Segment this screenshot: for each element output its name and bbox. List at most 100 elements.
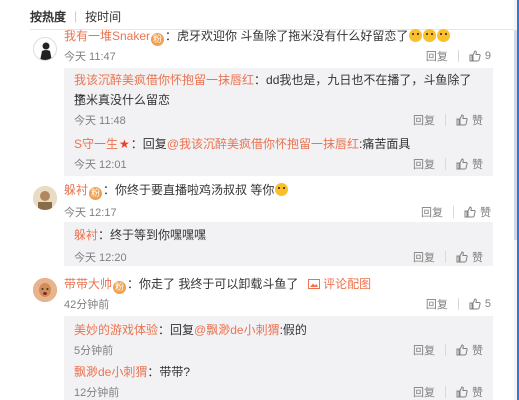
reply-list: 我该沉醉美疯借你怀抱留一抹唇红：dd我也是，九日也不在播了，斗鱼除了拖米真没什么…	[64, 68, 493, 176]
like-button[interactable]: 9	[469, 50, 491, 62]
like-label: 赞	[472, 159, 483, 171]
avatar[interactable]	[33, 278, 57, 302]
thumbs-up-icon	[456, 344, 468, 356]
reply-list: 美妙的游戏体验：回复@飘渺de小刺猬:假的 5分钟前 回复 赞 飘渺de小刺猬：…	[64, 316, 493, 400]
reply-timestamp: 12分钟前	[74, 387, 120, 399]
comment-line: 我有一堆Snaker 粉：虎牙欢迎你 斗鱼除了拖米没有什么好留恋了	[64, 28, 451, 46]
colon-separator: ：	[147, 365, 160, 379]
fan-badge-icon: 粉	[113, 281, 127, 294]
comment-username[interactable]: 躲衬	[64, 183, 88, 197]
thumbs-up-icon	[456, 114, 468, 126]
thumbs-up-icon	[464, 206, 476, 218]
reply-line: 美妙的游戏体验：回复@飘渺de小刺猬:假的	[74, 320, 483, 340]
like-button[interactable]: 5	[469, 298, 491, 310]
reply-timestamp: 5分钟前	[74, 345, 114, 357]
thumbs-up-icon	[456, 158, 468, 170]
avatar[interactable]	[33, 37, 57, 61]
sort-separator: |	[74, 9, 78, 23]
reply-username[interactable]: 我该沉醉美疯借你怀抱留一抹唇红	[74, 73, 254, 87]
avatar[interactable]	[33, 186, 57, 210]
reply-button[interactable]: 回复	[413, 342, 435, 358]
reply-list: 躲衬：终于等到你嘿嘿嘿 今天 12:20 回复 赞	[64, 222, 493, 266]
like-button[interactable]: 赞	[456, 112, 483, 128]
reply-actions: 回复 赞	[413, 384, 483, 400]
emoji-icon	[409, 29, 423, 42]
reply-line: 躲衬：终于等到你嘿嘿嘿	[74, 225, 483, 245]
reply-prefix: 回复	[170, 323, 195, 337]
mention-link[interactable]: @飘渺de小刺猬	[194, 323, 280, 337]
comment-actions: 回复 5	[426, 296, 491, 312]
reply-username[interactable]: 躲衬	[74, 228, 98, 242]
reply-username[interactable]: 美妙的游戏体验	[74, 323, 158, 337]
reply-text: 带带?	[159, 365, 191, 379]
action-divider	[445, 114, 446, 126]
emoji-icon	[275, 183, 289, 196]
emoji-icon	[437, 29, 451, 42]
avatar-photo-icon	[33, 186, 57, 210]
reply-button[interactable]: 回复	[421, 204, 443, 220]
like-button[interactable]: 赞	[456, 384, 483, 400]
action-divider	[457, 50, 459, 62]
thumbs-up-icon	[469, 50, 481, 62]
like-label: 赞	[472, 345, 483, 357]
sort-bar: 按热度 | 按时间	[30, 6, 121, 26]
reply-username[interactable]: S守一生	[74, 137, 118, 151]
reply-actions: 回复 赞	[413, 112, 483, 128]
like-button[interactable]: 赞	[456, 342, 483, 358]
reply-button[interactable]: 回复	[426, 48, 448, 64]
reply-button[interactable]: 回复	[413, 156, 435, 172]
avatar-figure-icon	[40, 42, 52, 60]
like-count: 5	[484, 298, 491, 310]
colon-separator: ：	[103, 183, 116, 197]
reply-button[interactable]: 回复	[413, 384, 435, 400]
comment-actions: 回复 赞	[421, 204, 491, 220]
thumbs-up-icon	[469, 298, 481, 310]
colon-separator: ：	[98, 228, 111, 242]
comment-username[interactable]: 我有一堆Snaker	[64, 29, 150, 43]
like-label: 赞	[480, 207, 491, 219]
comment-timestamp: 42分钟前	[64, 299, 110, 311]
comment-timestamp: 今天 12:17	[64, 207, 117, 219]
reply-text: 终于等到你嘿嘿嘿	[110, 228, 207, 242]
sort-by-time-tab[interactable]: 按时间	[85, 8, 121, 25]
like-count: 9	[484, 50, 491, 62]
comment-line: 带带大帅粉：你走了 我终于可以卸载斗鱼了 评论配图	[64, 276, 371, 294]
action-divider	[457, 298, 459, 310]
reply-line-continued: 了	[74, 93, 87, 107]
reply-text: :假的	[279, 323, 307, 337]
reply-username[interactable]: 飘渺de小刺猬	[74, 365, 147, 379]
reply-text: :痛苦面具	[359, 137, 411, 151]
image-icon	[307, 279, 320, 289]
avatar-photo-icon	[33, 278, 57, 302]
fan-badge-icon: 粉	[151, 33, 165, 46]
reply-actions: 回复 赞	[413, 249, 483, 265]
action-divider	[445, 386, 446, 398]
like-label: 赞	[472, 115, 483, 127]
emoji-icon	[423, 29, 437, 42]
fan-badge-icon: 粉	[89, 187, 103, 200]
reply-button[interactable]: 回复	[426, 296, 448, 312]
colon-separator: ：	[158, 323, 171, 337]
comment-line: 躲衬粉：你终于要直播啦鸡汤叔叔 等你	[64, 182, 289, 200]
like-button[interactable]: 赞	[464, 204, 491, 220]
reply-button[interactable]: 回复	[413, 112, 435, 128]
comment-username[interactable]: 带带大帅	[64, 277, 112, 291]
action-divider	[445, 158, 446, 170]
like-label: 赞	[472, 387, 483, 399]
reply-timestamp: 今天 12:20	[74, 252, 127, 264]
like-button[interactable]: 赞	[456, 156, 483, 172]
colon-separator: ：	[254, 73, 267, 87]
comment-text: 你终于要直播啦鸡汤叔叔 等你	[115, 183, 275, 197]
colon-separator: ：	[127, 277, 140, 291]
star-badge-icon: ★	[119, 137, 130, 151]
reply-timestamp: 今天 12:01	[74, 159, 127, 171]
like-button[interactable]: 赞	[456, 249, 483, 265]
colon-separator: ：	[165, 29, 178, 43]
action-divider	[453, 206, 454, 218]
comment-actions: 回复 9	[426, 48, 491, 64]
reply-actions: 回复 赞	[413, 342, 483, 358]
comment-image-link[interactable]: 评论配图	[323, 277, 371, 291]
mention-link[interactable]: @我该沉醉美疯借你怀抱留一抹唇红	[167, 137, 359, 151]
sort-by-hot-tab[interactable]: 按热度	[30, 8, 66, 25]
reply-button[interactable]: 回复	[413, 249, 435, 265]
